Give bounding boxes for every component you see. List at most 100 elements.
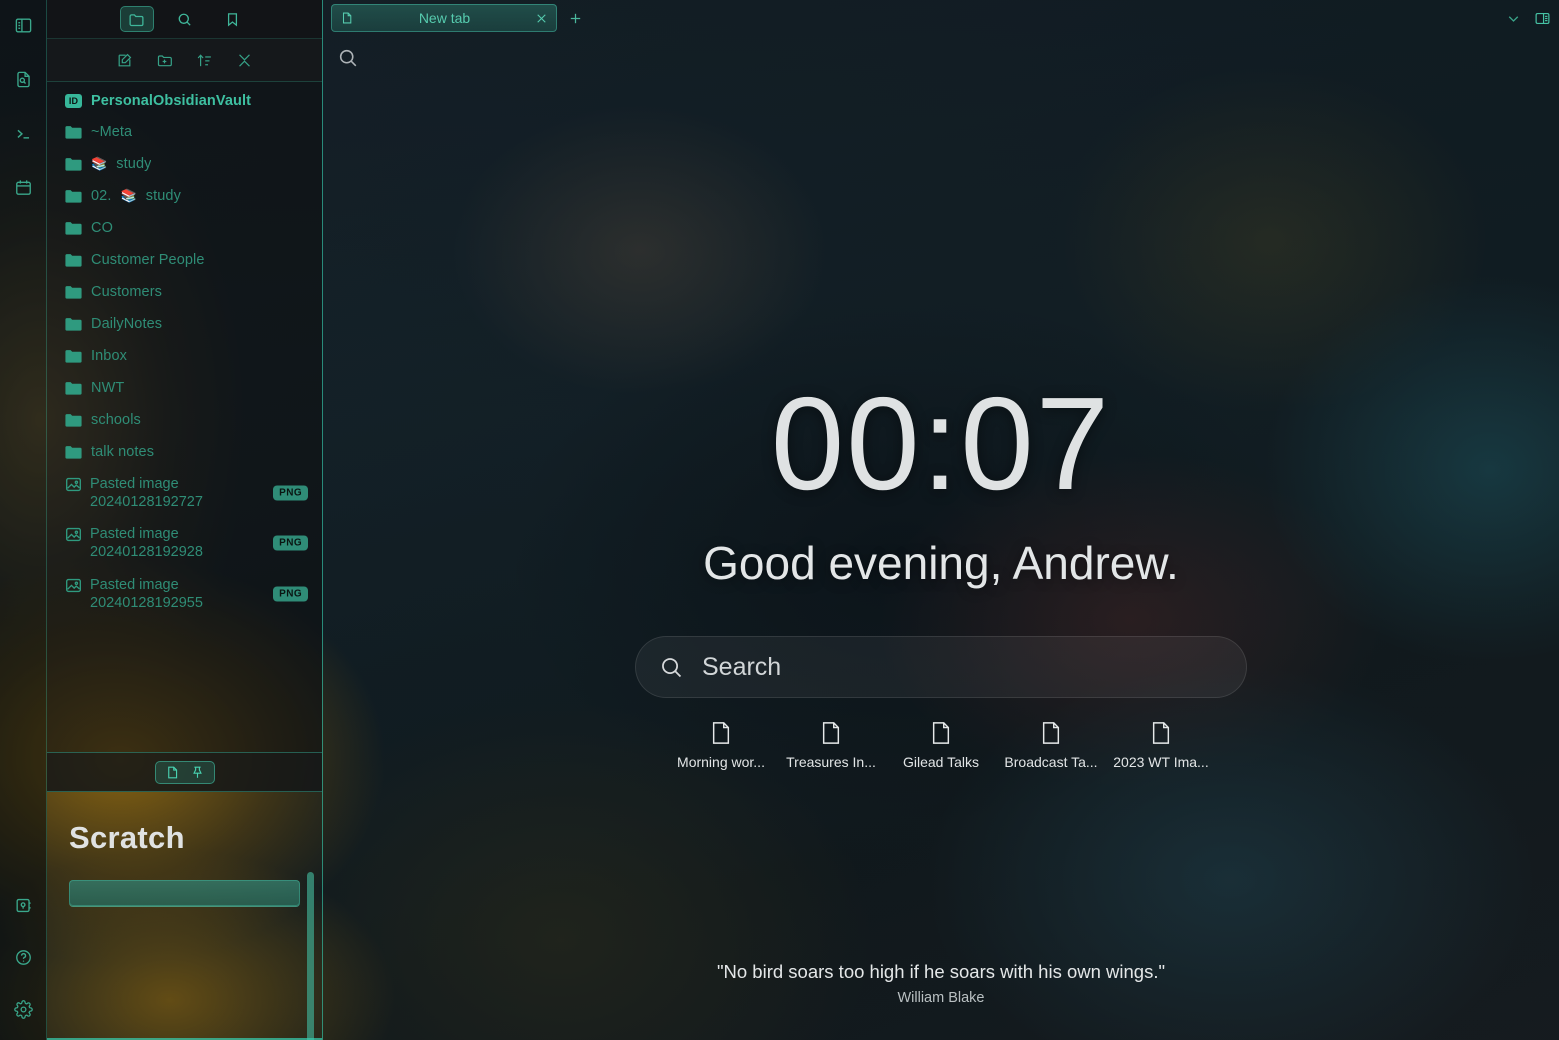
- image-file-icon: [66, 578, 81, 592]
- file-name-line1: Pasted image: [90, 476, 179, 492]
- folder-row-customers[interactable]: Customers: [47, 276, 322, 308]
- list-item[interactable]: Pasted image 20240128192928 PNG: [47, 518, 322, 568]
- file-type-badge: PNG: [273, 535, 308, 551]
- quick-link-label: Treasures In...: [786, 754, 876, 770]
- greeting-text: Good evening, Andrew.: [703, 537, 1179, 589]
- file-name: Pasted image 20240128192955: [90, 576, 203, 612]
- folder-icon: [65, 285, 82, 299]
- note-icon: [165, 765, 180, 780]
- left-sidebar: ID PersonalObsidianVault ~Meta 📚 study 0…: [47, 0, 323, 1040]
- file-name-line1: Pasted image: [90, 526, 179, 543]
- image-file-icon: [66, 477, 81, 492]
- folder-icon: [65, 253, 82, 267]
- folder-row-co[interactable]: CO: [47, 212, 322, 244]
- help-icon[interactable]: [6, 940, 40, 974]
- folder-row-inbox[interactable]: Inbox: [47, 340, 322, 372]
- pin-icon: [190, 765, 205, 780]
- search-icon: [659, 655, 684, 680]
- folder-label: talk notes: [91, 444, 155, 460]
- folder-label: ~Meta: [91, 124, 133, 140]
- new-note-button[interactable]: [114, 49, 136, 71]
- folder-icon: [65, 381, 82, 395]
- scratch-scrollbar[interactable]: [307, 872, 314, 1040]
- folder-row-nwt[interactable]: NWT: [47, 372, 322, 404]
- quick-link-item[interactable]: Treasures In...: [781, 720, 881, 770]
- books-emoji-icon: 📚: [120, 188, 137, 203]
- scratch-pane-tab[interactable]: [154, 760, 215, 784]
- vault-switcher-icon[interactable]: [6, 888, 40, 922]
- folder-icon: [65, 413, 82, 427]
- folder-row-talk-notes[interactable]: talk notes: [47, 436, 322, 468]
- quick-link-label: Broadcast Ta...: [1004, 754, 1098, 770]
- file-name-line2: 20240128192955: [90, 594, 203, 611]
- collapse-all-button[interactable]: [234, 49, 256, 71]
- file-icon: [1150, 720, 1172, 746]
- file-name: Pasted image 20240128192928: [90, 525, 203, 561]
- clock: 00:07: [770, 370, 1112, 517]
- scratch-input[interactable]: [69, 880, 300, 907]
- folder-label: Customers: [91, 284, 162, 300]
- ribbon-bottom-group: [6, 888, 40, 1026]
- folder-label: study: [116, 156, 152, 172]
- settings-gear-icon[interactable]: [6, 992, 40, 1026]
- new-folder-button[interactable]: [154, 49, 176, 71]
- file-tree[interactable]: ID PersonalObsidianVault ~Meta 📚 study 0…: [47, 82, 322, 753]
- folder-icon: [65, 221, 82, 235]
- sidebar-tabbar: [47, 0, 322, 38]
- quick-link-item[interactable]: Morning wor...: [671, 720, 771, 770]
- ribbon-top-group: [6, 8, 40, 204]
- file-name-line1: Pasted image: [90, 576, 179, 593]
- folder-icon: [65, 349, 82, 363]
- app-window: ID PersonalObsidianVault ~Meta 📚 study 0…: [0, 0, 1559, 1040]
- quote-block: "No bird soars too high if he soars with…: [323, 961, 1559, 1006]
- quick-link-label: Morning wor...: [677, 754, 765, 770]
- new-tab-home: 00:07 Good evening, Andrew. Search Morni…: [323, 0, 1559, 1040]
- quick-links: Morning wor... Treasures In... Gilead Ta…: [671, 720, 1211, 770]
- image-file-icon: [66, 528, 81, 542]
- folder-icon: [65, 445, 82, 459]
- folder-label: DailyNotes: [91, 316, 163, 332]
- vault-badge-icon: ID: [65, 94, 82, 108]
- file-icon: [930, 720, 952, 746]
- folder-row-customer-people[interactable]: Customer People: [47, 244, 322, 276]
- search-tab[interactable]: [168, 6, 202, 32]
- folder-icon: [65, 189, 82, 203]
- quick-link-item[interactable]: Gilead Talks: [891, 720, 991, 770]
- terminal-icon[interactable]: [6, 116, 40, 150]
- quick-link-label: Gilead Talks: [902, 754, 979, 770]
- folder-row-schools[interactable]: schools: [47, 404, 322, 436]
- folder-label: study: [145, 188, 181, 204]
- file-search-icon[interactable]: [6, 62, 40, 96]
- toggle-left-sidebar-icon[interactable]: [6, 8, 40, 42]
- folder-label: Customer People: [91, 252, 205, 268]
- left-ribbon: [0, 0, 47, 1040]
- list-item[interactable]: Pasted image 20240128192727 PNG: [47, 468, 322, 518]
- folder-row-meta[interactable]: ~Meta: [47, 116, 322, 148]
- file-icon: [1040, 720, 1062, 746]
- sort-button[interactable]: [194, 49, 216, 71]
- quick-link-item[interactable]: Broadcast Ta...: [1001, 720, 1101, 770]
- folder-prefix: 02.: [91, 188, 112, 204]
- vault-name: PersonalObsidianVault: [91, 93, 252, 109]
- folder-icon: [65, 125, 82, 139]
- quick-link-label: 2023 WT Ima...: [1113, 754, 1209, 770]
- list-item[interactable]: Pasted image 20240128192955 PNG: [47, 569, 322, 619]
- vault-root[interactable]: ID PersonalObsidianVault: [47, 86, 322, 116]
- sidebar-section-tabbar: [47, 752, 322, 793]
- sidebar-toolbar: [47, 38, 322, 82]
- file-icon: [820, 720, 842, 746]
- folder-row-02-study[interactable]: 02. 📚 study: [47, 180, 322, 212]
- search-input[interactable]: Search: [635, 636, 1247, 698]
- main-area: New tab 00:07 Good evening, Andrew. Sear…: [323, 0, 1559, 1040]
- bookmarks-tab[interactable]: [216, 6, 250, 32]
- file-type-badge: PNG: [273, 586, 308, 602]
- scratch-pane: Scratch: [47, 792, 322, 1040]
- quick-link-item[interactable]: 2023 WT Ima...: [1111, 720, 1211, 770]
- folder-row-dailynotes[interactable]: DailyNotes: [47, 308, 322, 340]
- files-tab[interactable]: [119, 6, 154, 32]
- calendar-icon[interactable]: [6, 170, 40, 204]
- page-title: Scratch: [69, 820, 185, 856]
- file-name-line2: 20240128192727: [90, 494, 203, 511]
- folder-row-study[interactable]: 📚 study: [47, 148, 322, 180]
- folder-label: NWT: [91, 380, 125, 396]
